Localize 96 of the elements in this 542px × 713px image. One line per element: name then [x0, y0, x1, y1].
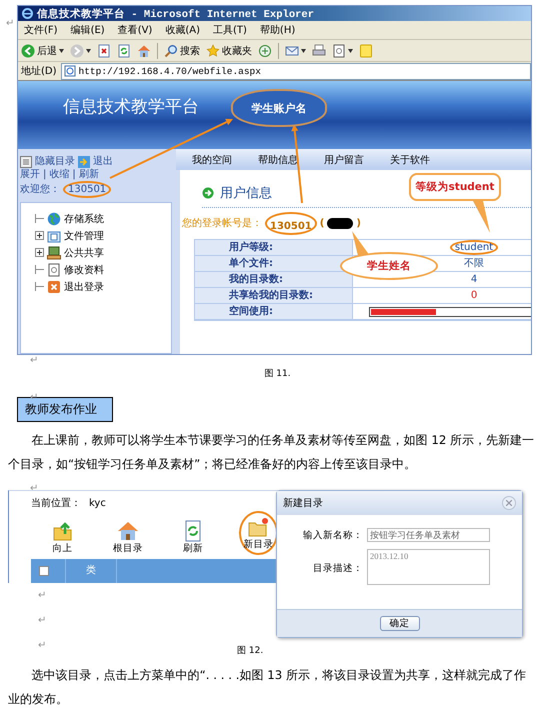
close-icon: [47, 280, 61, 294]
address-field[interactable]: http://192.168.4.70/webfile.aspx: [60, 62, 531, 80]
login-label: 您的登录帐号是：: [182, 216, 262, 230]
mail-icon: [285, 44, 299, 58]
house-icon: [116, 520, 139, 542]
figure-caption: 图 12.: [236, 645, 264, 657]
tree-item[interactable]: 退出登录: [64, 280, 104, 294]
table-cell: 我的目录数:: [195, 272, 353, 288]
menu-item[interactable]: 工具(T): [213, 23, 247, 37]
callout: 等级为student: [409, 173, 501, 201]
field-label: 目录描述：: [312, 562, 363, 576]
link-separator: |: [43, 168, 46, 181]
house-icon: [137, 44, 151, 58]
hide-link[interactable]: 隐藏目录: [35, 155, 75, 168]
location-value: kyc: [89, 498, 106, 508]
toolbar-button[interactable]: 根目录: [108, 515, 148, 559]
bracket: ): [356, 218, 361, 228]
nav-tab[interactable]: 我的空间: [192, 152, 232, 166]
table-cell: 共享给我的目录数:: [195, 288, 353, 304]
figure-caption: 图 11.: [264, 368, 291, 381]
paragraph-mark: ↵: [38, 590, 46, 601]
paragraph: 选中该目录，点击上方菜单中的“. . . . .如图 13 所示，将该目录设置为共享，这样就完成了作业的发布。: [8, 667, 527, 708]
close-icon: [506, 500, 512, 506]
user-id: 130501: [63, 181, 112, 198]
paragraph-mark: ↵: [6, 18, 14, 29]
callout-pointer: [473, 201, 490, 233]
toolbar-button[interactable]: 向上: [43, 515, 82, 559]
toolbar-button[interactable]: [285, 44, 306, 58]
refresh-icon: [117, 44, 131, 58]
toolbar-button[interactable]: 刷新: [174, 515, 213, 559]
menu-item[interactable]: 收藏(A): [165, 23, 200, 37]
tree-item[interactable]: 修改资料: [64, 262, 104, 276]
nav-tab[interactable]: 关于软件: [390, 152, 430, 166]
page-icon: [64, 65, 76, 77]
search-icon: [164, 44, 178, 58]
list-icon: [20, 156, 32, 168]
sidebar-link[interactable]: 收缩: [49, 168, 70, 181]
link-separator: |: [72, 168, 76, 181]
toolbar-button[interactable]: 搜索: [164, 44, 200, 58]
site-title: 信息技术教学平台: [63, 96, 199, 118]
location-label: 当前位置：: [31, 496, 81, 510]
section-heading: 用户信息: [220, 185, 272, 202]
redaction-mark: [327, 218, 354, 228]
star-icon: [206, 44, 220, 58]
login-id: 130501: [265, 212, 317, 234]
menu-item[interactable]: 编辑(E): [70, 23, 105, 37]
tree-item[interactable]: 文件管理: [64, 228, 104, 242]
window-title: 信息技术教学平台 - Microsoft Internet Explorer: [37, 7, 314, 20]
checkbox[interactable]: [39, 566, 49, 576]
browser-icon: [22, 8, 33, 19]
menu-item[interactable]: 查看(V): [118, 23, 152, 37]
printer-icon: [312, 44, 326, 58]
table-cell: 用户等级:: [195, 240, 353, 256]
toolbar-button[interactable]: [70, 44, 91, 58]
new-folder-icon: [247, 516, 270, 538]
toolbar-button[interactable]: [332, 44, 353, 58]
media-icon: [258, 44, 272, 58]
toolbar-button[interactable]: 收藏夹: [206, 44, 252, 58]
address-label: 地址(D): [21, 64, 57, 78]
stop-icon: [97, 44, 111, 58]
sidebar-link[interactable]: 刷新: [78, 168, 99, 181]
sidebar-link[interactable]: 展开: [20, 168, 40, 181]
computer-icon: [47, 246, 61, 260]
document-icon: [47, 228, 61, 242]
paragraph-mark: ↵: [30, 483, 38, 494]
note-icon: [359, 44, 373, 58]
globe-icon: [47, 212, 61, 226]
paragraph-mark: ↵: [30, 355, 38, 368]
field-label: 输入新名称：: [302, 529, 363, 543]
paragraph-mark: ↵: [38, 615, 46, 626]
description-field[interactable]: 2013.12.10: [367, 549, 490, 585]
expand-toggle-icon[interactable]: [35, 231, 44, 240]
paragraph-mark: ↵: [38, 640, 46, 651]
tree-item[interactable]: 公共共享: [64, 246, 104, 260]
ok-button[interactable]: 确定: [380, 616, 420, 631]
tree-item[interactable]: 存储系统: [64, 212, 104, 226]
menu-item[interactable]: 文件(F): [24, 23, 58, 37]
arrow-icon: [202, 187, 214, 199]
logout-link[interactable]: 退出: [93, 155, 113, 168]
nav-tab[interactable]: 用户留言: [324, 152, 364, 166]
page-icon: [47, 262, 61, 276]
table-cell: 单个文件:: [195, 256, 353, 272]
expand-toggle-icon[interactable]: [35, 248, 44, 257]
welcome-label: 欢迎您：: [20, 183, 60, 196]
menu-item[interactable]: 帮助(H): [260, 23, 296, 37]
page-icon: [332, 44, 346, 58]
folder-up-icon: [52, 520, 74, 542]
table-cell: 0: [353, 288, 531, 304]
dialog-title: 新建目录: [283, 496, 323, 510]
exit-icon: [78, 156, 90, 168]
name-field[interactable]: 按钮学习任务单及素材: [367, 528, 490, 542]
bracket: (: [320, 218, 324, 228]
toolbar-button[interactable]: [97, 44, 111, 58]
toolbar-button[interactable]: 后退: [21, 44, 64, 58]
paragraph: 在上课前，教师可以将学生本节课要学习的任务单及素材等传至网盘，如图 12 所示，先新建一个目录，如“按钮学习任务单及素材”；将已经准备好的内容上传至该目录中。: [8, 432, 536, 473]
table-cell: 空间使用:: [195, 304, 353, 320]
